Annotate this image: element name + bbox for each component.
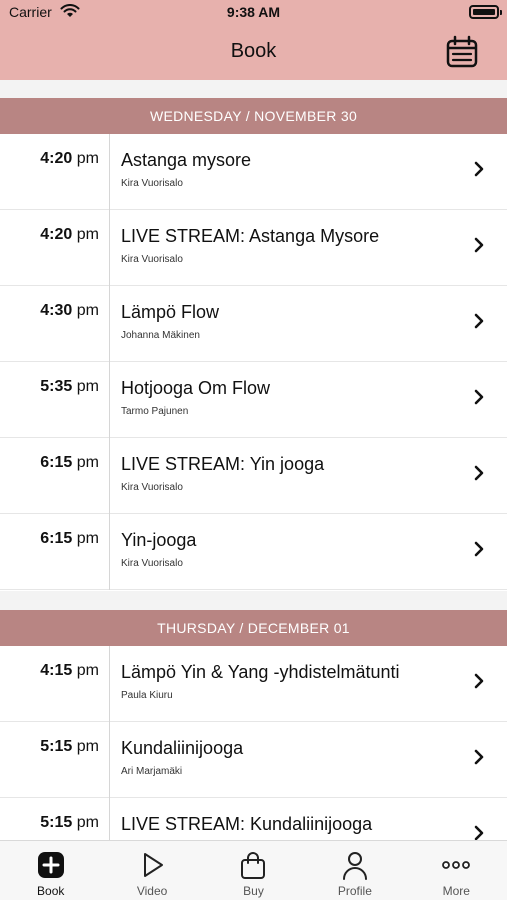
battery-icon xyxy=(469,5,502,19)
day-header: WEDNESDAY / NOVEMBER 30 xyxy=(0,98,507,134)
class-title: Astanga mysore xyxy=(121,150,252,170)
day-header: THURSDAY / DECEMBER 01 xyxy=(0,610,507,646)
tab-label: More xyxy=(442,884,470,898)
shopping-bag-icon xyxy=(241,852,266,879)
class-teacher: Johanna Mäkinen xyxy=(121,330,200,341)
class-title: LIVE STREAM: Kundaliinijooga xyxy=(121,814,373,834)
class-time: 4:20 pm xyxy=(40,226,99,243)
class-title: Hotjooga Om Flow xyxy=(121,378,271,398)
class-title: LIVE STREAM: Yin jooga xyxy=(121,454,325,474)
class-title: LIVE STREAM: Astanga Mysore xyxy=(121,226,380,246)
tab-profile[interactable]: Profile xyxy=(304,841,405,900)
chevron-right-icon xyxy=(474,749,484,765)
row-divider xyxy=(109,286,110,362)
tab-label: Profile xyxy=(337,884,372,898)
chevron-right-icon xyxy=(474,465,484,481)
class-teacher: Paula Kiuru xyxy=(121,690,173,701)
tab-book[interactable]: Book xyxy=(0,841,101,900)
class-time: 5:15 pm xyxy=(40,738,99,755)
tab-label: Video xyxy=(136,884,168,898)
class-row[interactable]: 6:15 pm Yin-jooga Kira Vuorisalo xyxy=(0,514,507,590)
row-divider xyxy=(109,514,110,590)
status-bar: Carrier 9:38 AM xyxy=(0,0,507,24)
class-teacher: Ari Marjamäki xyxy=(121,766,183,777)
clock: 9:38 AM xyxy=(226,4,281,20)
class-time: 6:15 pm xyxy=(40,530,99,547)
nav-bar: Book xyxy=(0,24,507,80)
row-divider xyxy=(109,722,110,798)
row-divider xyxy=(109,362,110,438)
chevron-right-icon xyxy=(474,389,484,405)
class-teacher: Kira Vuorisalo xyxy=(121,558,183,569)
section-spacer xyxy=(0,80,507,98)
class-time: 4:15 pm xyxy=(40,662,99,679)
class-title: Yin-jooga xyxy=(121,530,197,550)
class-row[interactable]: 4:15 pm Lämpö Yin & Yang -yhdistelmätunt… xyxy=(0,646,507,722)
class-row[interactable]: 5:35 pm Hotjooga Om Flow Tarmo Pajunen xyxy=(0,362,507,438)
class-row[interactable]: 4:20 pm Astanga mysore Kira Vuorisalo xyxy=(0,134,507,210)
row-divider xyxy=(109,646,110,722)
class-title: Lämpö Flow xyxy=(121,302,220,322)
tab-label: Buy xyxy=(243,884,264,898)
page-title: Book xyxy=(230,40,277,62)
class-teacher: Kira Vuorisalo xyxy=(121,254,183,265)
tab-video[interactable]: Video xyxy=(101,841,202,900)
class-time: 5:35 pm xyxy=(40,378,99,395)
section-spacer xyxy=(0,591,507,610)
calendar-icon[interactable] xyxy=(445,35,479,69)
row-divider xyxy=(109,210,110,286)
class-teacher: Tarmo Pajunen xyxy=(121,406,189,417)
tab-buy[interactable]: Buy xyxy=(203,841,304,900)
class-time: 5:15 pm xyxy=(40,814,99,831)
chevron-right-icon xyxy=(474,161,484,177)
chevron-right-icon xyxy=(474,673,484,689)
person-icon xyxy=(342,852,367,880)
more-dots-icon xyxy=(442,861,471,869)
class-row[interactable]: 4:30 pm Lämpö Flow Johanna Mäkinen xyxy=(0,286,507,362)
plus-square-icon xyxy=(37,852,64,878)
class-time: 4:30 pm xyxy=(40,302,99,319)
row-divider xyxy=(109,134,110,210)
class-title: Lämpö Yin & Yang -yhdistelmätunti xyxy=(121,662,400,682)
class-teacher: Kira Vuorisalo xyxy=(121,482,183,493)
chevron-right-icon xyxy=(474,237,484,253)
tab-bar: Book Video Buy Profile More xyxy=(0,840,507,900)
class-time: 4:20 pm xyxy=(40,150,99,167)
class-row[interactable]: 6:15 pm LIVE STREAM: Yin jooga Kira Vuor… xyxy=(0,438,507,514)
class-time: 6:15 pm xyxy=(40,454,99,471)
class-row[interactable]: 5:15 pm Kundaliinijooga Ari Marjamäki xyxy=(0,722,507,798)
play-icon xyxy=(144,853,164,877)
chevron-right-icon xyxy=(474,541,484,557)
class-row[interactable]: 4:20 pm LIVE STREAM: Astanga Mysore Kira… xyxy=(0,210,507,286)
class-teacher: Kira Vuorisalo xyxy=(121,178,183,189)
class-title: Kundaliinijooga xyxy=(121,738,244,758)
chevron-right-icon xyxy=(474,313,484,329)
tab-label: Book xyxy=(37,884,65,898)
tab-more[interactable]: More xyxy=(406,841,507,900)
row-divider xyxy=(109,438,110,514)
